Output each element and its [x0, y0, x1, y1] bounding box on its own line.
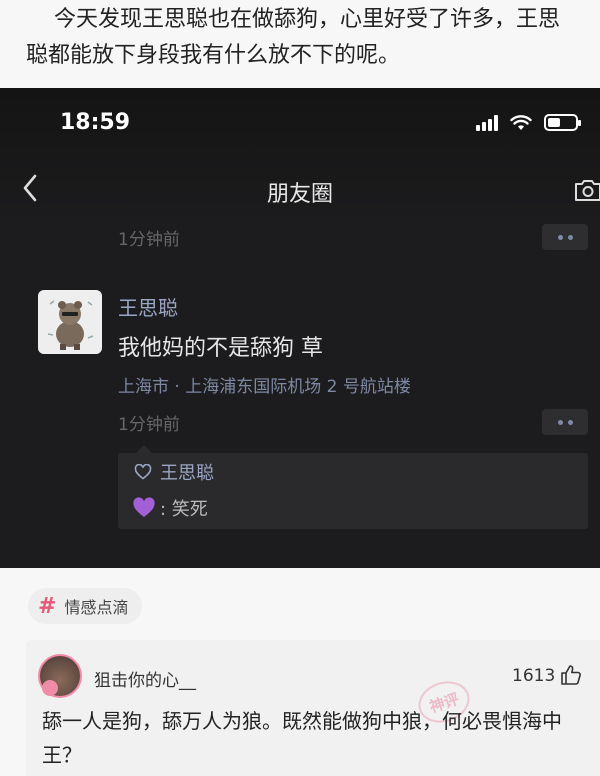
comment-row[interactable]: : 笑死: [132, 495, 208, 521]
page-title: 朋友圈: [266, 182, 333, 207]
comment-text: : 笑死: [160, 499, 208, 520]
signal-icon: [476, 114, 498, 131]
wifi-icon: [510, 114, 532, 130]
more-button[interactable]: [542, 409, 588, 435]
embedded-screenshot: 18:59 朋友圈 1分钟前 王思聪 我他妈的不是舔狗 草 上海市 · 上海浦东…: [0, 88, 600, 568]
hashtag-icon: #: [38, 593, 57, 619]
purple-heart-emoji: [133, 497, 155, 517]
intro-text: 今天发现王思聪也在做舔狗，心里好受了许多，王思聪都能放下身段我有什么放不下的呢。: [0, 0, 600, 88]
comment-body: 舔一人是狗，舔万人为狼。既然能做狗中狼，何必畏惧海中王？: [42, 709, 562, 767]
prev-post-time: 1分钟前: [118, 230, 180, 250]
thumbs-up-icon[interactable]: [560, 664, 582, 686]
likes-comments-box: 王思聪 : 笑死: [118, 445, 588, 529]
post-author[interactable]: 王思聪: [118, 292, 178, 321]
avatar[interactable]: [38, 290, 102, 354]
commenter-username[interactable]: 狙击你的心__: [94, 666, 196, 691]
post-time: 1分钟前: [118, 415, 180, 435]
more-button[interactable]: [542, 224, 588, 250]
heart-outline-icon: [134, 464, 152, 480]
top-comment-card: 狙击你的心__ 1613 神评 舔一人是狗，舔万人为狼。既然能做狗中狼，何必畏惧…: [26, 640, 600, 776]
post-location[interactable]: 上海市 · 上海浦东国际机场 2 号航站楼: [118, 372, 411, 397]
status-time: 18:59: [60, 110, 131, 135]
avatar-badge: [42, 680, 58, 696]
status-icons: [476, 114, 581, 131]
like-count: 1613: [512, 666, 556, 686]
likes-row: 王思聪: [134, 459, 214, 485]
battery-icon: [544, 114, 581, 131]
camera-icon[interactable]: [574, 178, 600, 202]
topic-tag[interactable]: # 情感点滴: [28, 588, 143, 624]
post-text: 我他妈的不是舔狗 草: [118, 336, 323, 361]
liker-name[interactable]: 王思聪: [160, 459, 214, 485]
tag-label: 情感点滴: [64, 598, 129, 617]
